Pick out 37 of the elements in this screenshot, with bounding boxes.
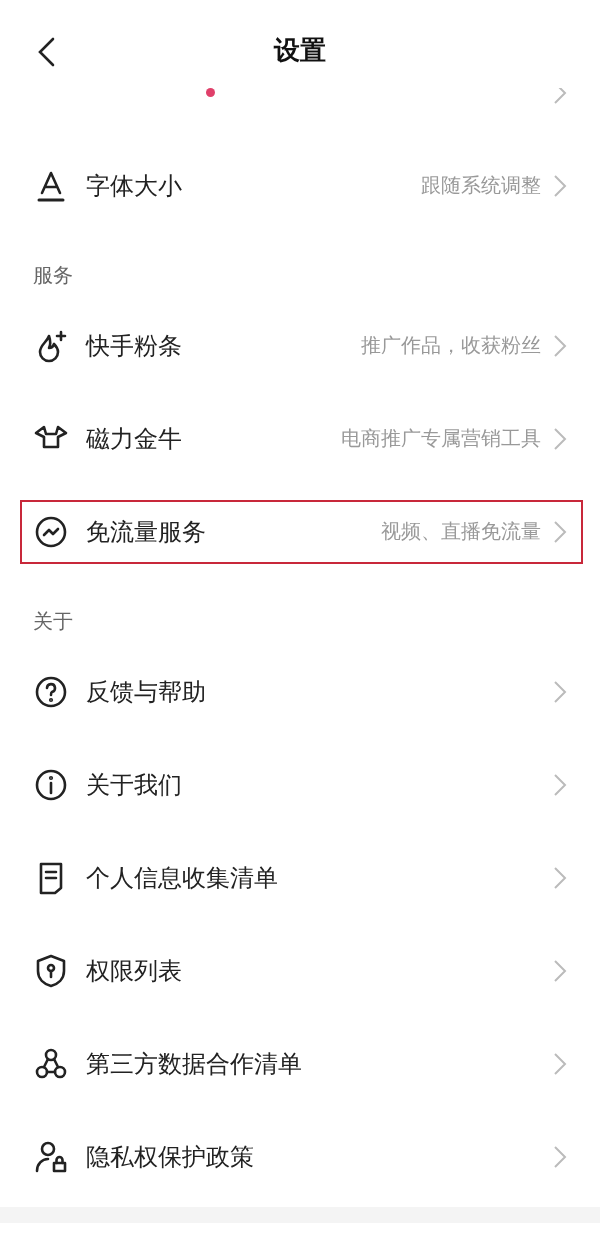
section-title: 关于 (32, 608, 74, 635)
settings-item[interactable]: 权限列表 (20, 938, 583, 1003)
chevron-right-icon (553, 519, 567, 544)
item-label: 关于我们 (86, 769, 182, 801)
settings-item[interactable]: 个人信息收集清单 (20, 845, 583, 910)
item-label: 免流量服务 (86, 516, 206, 548)
chevron-right-icon (553, 1144, 567, 1169)
item-label: 权限列表 (86, 955, 182, 987)
item-label: 隐私权保护政策 (86, 1141, 254, 1173)
settings-item[interactable]: 第三方数据合作清单 (20, 1031, 583, 1096)
settings-item[interactable]: 关于我们 (20, 752, 583, 817)
settings-item[interactable]: 隐私权保护政策 (20, 1124, 583, 1189)
item-value: 跟随系统调整 (421, 172, 541, 199)
item-label: 第三方数据合作清单 (86, 1048, 302, 1080)
highlighted-settings-item[interactable]: 免流量服务 视频、直播免流量 (20, 499, 583, 564)
section-title: 服务 (32, 262, 74, 289)
item-value: 电商推广专属营销工具 (341, 425, 541, 452)
chevron-right-icon (553, 958, 567, 983)
settings-item[interactable]: 反馈与帮助 (20, 659, 583, 724)
chevron-right-icon (553, 1051, 567, 1076)
item-label: 字体大小 (86, 170, 182, 202)
item-value: 视频、直播免流量 (381, 518, 541, 545)
item-value: 推广作品，收获粉丝 (361, 332, 541, 359)
chevron-right-icon (553, 333, 567, 358)
settings-item[interactable]: 磁力金牛 电商推广专属营销工具 (20, 406, 583, 471)
settings-item[interactable]: 快手粉条 推广作品，收获粉丝 (20, 313, 583, 378)
item-label: 磁力金牛 (86, 423, 182, 455)
chevron-right-icon (553, 426, 567, 451)
item-label: 个人信息收集清单 (86, 862, 278, 894)
item-label: 反馈与帮助 (86, 676, 206, 708)
settings-item[interactable]: 字体大小 跟随系统调整 (20, 153, 583, 218)
item-label: 快手粉条 (86, 330, 182, 362)
chevron-right-icon (553, 772, 567, 797)
page-title: 设置 (274, 33, 326, 67)
chevron-right-icon (553, 173, 567, 198)
chevron-right-icon (553, 865, 567, 890)
chevron-right-icon (553, 679, 567, 704)
